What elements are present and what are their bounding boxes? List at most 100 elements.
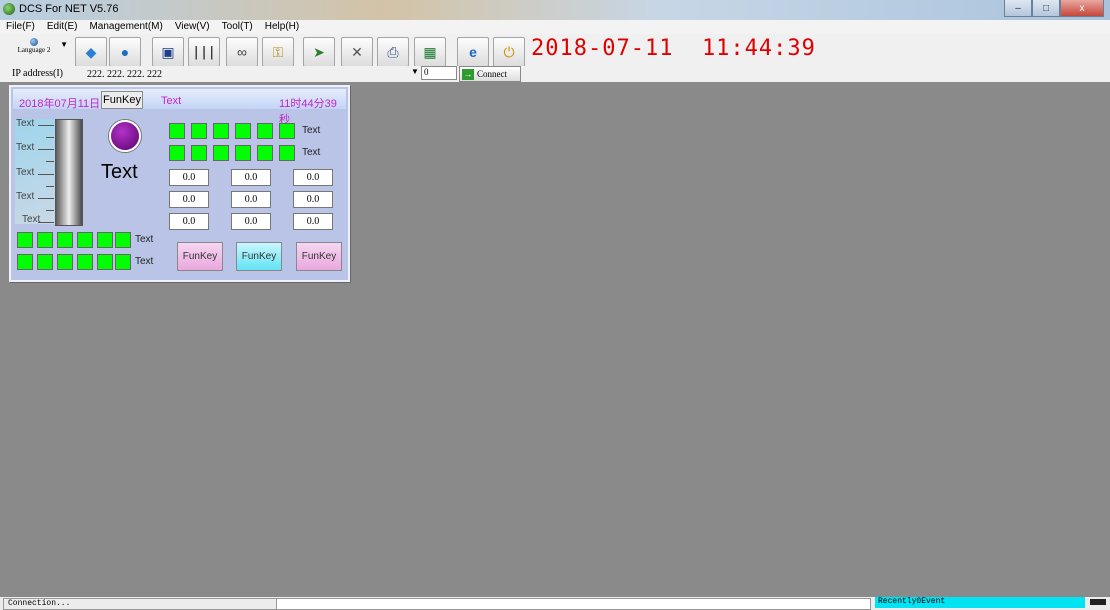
indicator-square [257, 145, 273, 161]
funkey-button-2[interactable]: FunKey [236, 242, 282, 271]
language-label: Language 2 [17, 46, 51, 54]
value-field: 0.0 [293, 191, 333, 208]
gauge-tick [38, 149, 54, 150]
panel-date: 2018年07月11日 [19, 98, 101, 110]
value-field: 0.0 [169, 213, 209, 230]
connection-status: Connection... [3, 598, 279, 610]
indicator-row-label: Text [135, 256, 154, 267]
printer-icon: ⎙ [387, 43, 399, 60]
indicator-square [97, 254, 113, 270]
dropdown-arrow-icon[interactable]: ▼ [411, 67, 419, 76]
recent-event-status[interactable]: Recently0Event [875, 597, 1085, 608]
monitor-button[interactable]: ◆ [75, 37, 107, 67]
cross-tools-icon: ✕ [351, 43, 363, 60]
indicator-square [169, 145, 185, 161]
value-field: 0.0 [231, 169, 271, 186]
barcode-button[interactable]: ||| [188, 37, 220, 67]
gauge-bar [55, 119, 83, 226]
indicator-square [169, 123, 185, 139]
cross-tools-button[interactable]: ✕ [341, 37, 373, 67]
gauge-label: Text [16, 191, 35, 202]
indicator-square [77, 232, 93, 248]
indicator-square [235, 145, 251, 161]
database-button[interactable]: ● [109, 37, 141, 67]
link-button[interactable]: ∞ [226, 37, 258, 67]
menu-edit[interactable]: Edit(E) [41, 20, 84, 34]
funkey-button-1[interactable]: FunKey [177, 242, 223, 271]
database-icon: ● [120, 44, 130, 60]
panel-header-text: Text [161, 95, 182, 107]
status-lamp [109, 120, 141, 152]
excel-icon: ▦ [423, 43, 437, 60]
gauge-label: Text [16, 118, 35, 129]
mouse-button[interactable]: ➤ [303, 37, 335, 67]
panel-header: 2018年07月11日 FunKey Text 11时44分39秒 [13, 89, 346, 126]
indicator-row-label: Text [302, 125, 321, 136]
gauge-tick [46, 137, 54, 138]
connect-button[interactable]: → Connect [459, 66, 521, 82]
value-field: 0.0 [293, 213, 333, 230]
indicator-square [279, 123, 295, 139]
indicator-square [115, 232, 131, 248]
menu-file[interactable]: File(F) [0, 20, 41, 34]
toolbar: Language 2 ▼ ◆ ● ▣ ||| ∞ ⚿ ➤ ✕ ⎙ ▦ e ⏻ 2… [0, 34, 1110, 67]
indicator-square [191, 145, 207, 161]
indicator-square [37, 254, 53, 270]
gauge-tick [38, 125, 54, 126]
address-bar: IP address(I) ▼ 0 → Connect [0, 66, 1110, 82]
power-icon: ⏻ [503, 43, 515, 60]
gauge-tick [46, 210, 54, 211]
printer-button[interactable]: ⎙ [377, 37, 409, 67]
monitor-panel: 2018年07月11日 FunKey Text 11时44分39秒 Text T… [9, 85, 350, 282]
title-bar: DCS For NET V5.76 – □ x [0, 0, 1110, 20]
app-icon [3, 3, 15, 15]
indicator-square [17, 254, 33, 270]
minimize-button[interactable]: – [1004, 0, 1032, 17]
gauge-label: Text [22, 214, 41, 225]
window-controls: – □ x [1004, 0, 1104, 17]
menu-view[interactable]: View(V) [169, 20, 216, 34]
gauge-label: Text [16, 167, 35, 178]
key-icon: ⚿ [272, 43, 284, 60]
indicator-square [257, 123, 273, 139]
port-field[interactable]: 0 [421, 66, 457, 80]
ie-button[interactable]: e [457, 37, 489, 67]
menu-bar: File(F) Edit(E) Management(M) View(V) To… [0, 20, 1110, 34]
gauge-tick [38, 174, 54, 175]
mouse-icon: ➤ [313, 43, 325, 60]
menu-tool[interactable]: Tool(T) [216, 20, 259, 34]
indicator-square [37, 232, 53, 248]
gauge-label: Text [16, 142, 35, 153]
language-selector[interactable]: Language 2 ▼ [6, 36, 68, 64]
funkey-top-button[interactable]: FunKey [101, 91, 143, 109]
camera-button[interactable]: ▣ [152, 37, 184, 67]
ip-address-input[interactable] [85, 66, 429, 82]
indicator-square [213, 123, 229, 139]
close-button[interactable]: x [1060, 0, 1104, 17]
globe-icon [30, 38, 38, 46]
status-indicator-icon [1090, 599, 1106, 605]
maximize-button[interactable]: □ [1032, 0, 1060, 17]
power-button[interactable]: ⏻ [493, 37, 525, 67]
connect-label: Connect [477, 69, 507, 79]
link-icon: ∞ [237, 44, 247, 60]
gauge-tick [46, 161, 54, 162]
menu-help[interactable]: Help(H) [259, 20, 305, 34]
gauge-tick [38, 222, 54, 223]
indicator-square [57, 232, 73, 248]
indicator-square [191, 123, 207, 139]
status-middle-pane [276, 598, 871, 610]
menu-management[interactable]: Management(M) [83, 20, 168, 34]
indicator-square [279, 145, 295, 161]
value-field: 0.0 [231, 191, 271, 208]
status-bar: Connection... Recently0Event [0, 597, 1110, 610]
funkey-button-3[interactable]: FunKey [296, 242, 342, 271]
clock-display: 2018-07-11 11:44:39 [531, 36, 816, 61]
camera-icon: ▣ [161, 43, 175, 60]
indicator-square [97, 232, 113, 248]
arrow-right-icon: → [462, 68, 474, 80]
indicator-row-label: Text [302, 147, 321, 158]
excel-button[interactable]: ▦ [414, 37, 446, 67]
ip-label: IP address(I) [12, 68, 64, 79]
key-button[interactable]: ⚿ [262, 37, 294, 67]
